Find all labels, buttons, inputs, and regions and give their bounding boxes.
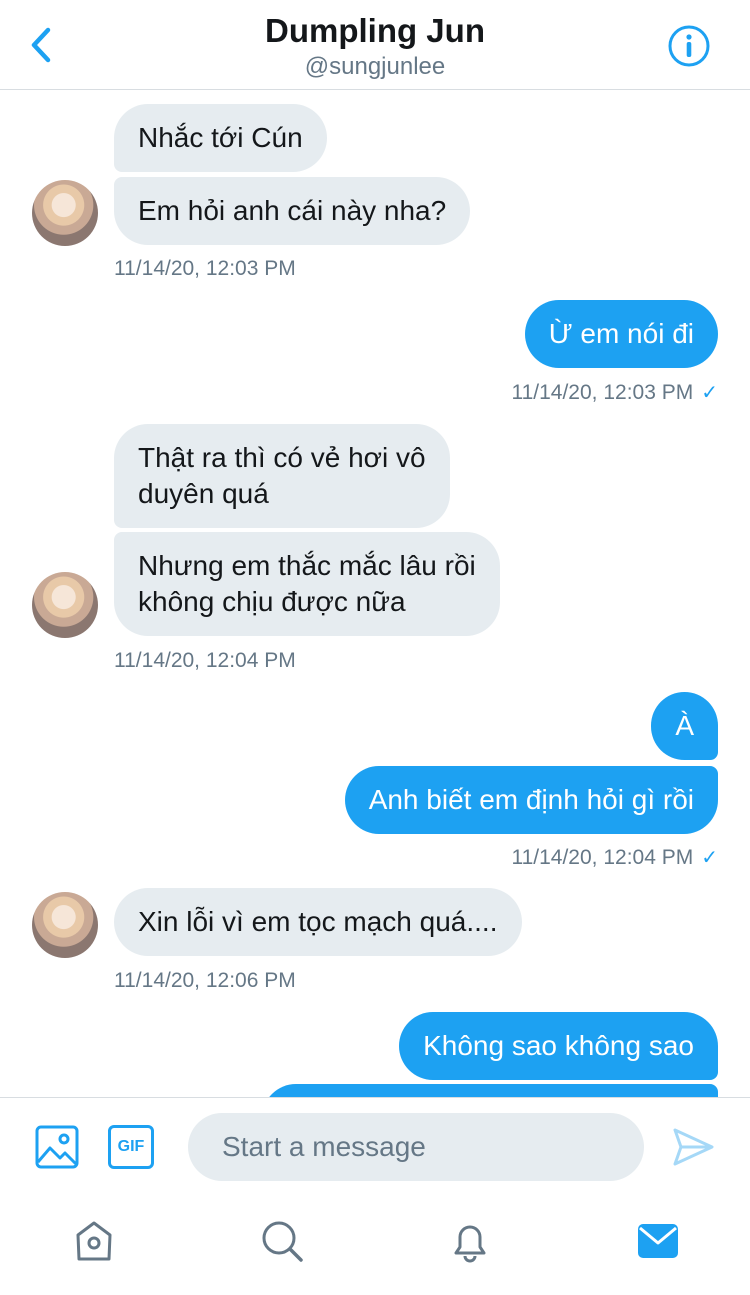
- message-bubble-incoming[interactable]: Em hỏi anh cái này nha?: [114, 177, 471, 245]
- conversation-header: Dumpling Jun @sungjunlee: [0, 0, 750, 90]
- avatar[interactable]: [32, 892, 98, 958]
- avatar[interactable]: [32, 572, 98, 638]
- avatar[interactable]: [32, 180, 98, 246]
- message-bubble-outgoing[interactable]: Anh biết em định hỏi gì rồi: [344, 766, 718, 834]
- search-icon[interactable]: [260, 1219, 304, 1263]
- message-bubble-outgoing[interactable]: À: [651, 692, 718, 760]
- gif-label: GIF: [117, 1138, 145, 1155]
- send-icon[interactable]: [670, 1124, 716, 1170]
- home-icon[interactable]: [72, 1219, 116, 1263]
- message-bubble-outgoing[interactable]: Không sao không sao: [399, 1012, 718, 1080]
- read-receipt-icon: ✓: [701, 847, 718, 869]
- message-timestamp: 11/14/20, 12:03 PM: [114, 257, 296, 280]
- message-input[interactable]: [188, 1113, 644, 1181]
- notifications-icon[interactable]: [448, 1219, 492, 1263]
- message-timestamp: 11/14/20, 12:04 PM: [114, 649, 296, 672]
- message-thread[interactable]: Nhắc tới Cún Em hỏi anh cái này nha? 11/…: [0, 91, 750, 1097]
- image-icon[interactable]: [34, 1124, 80, 1170]
- message-timestamp: 11/14/20, 12:04 PM ✓: [511, 846, 718, 869]
- message-bubble-incoming[interactable]: Xin lỗi vì em tọc mạch quá....: [114, 888, 522, 956]
- message-timestamp: 11/14/20, 12:03 PM ✓: [511, 381, 718, 404]
- conversation-title: Dumpling Jun: [265, 12, 485, 49]
- messages-icon[interactable]: [636, 1219, 680, 1263]
- gif-button[interactable]: GIF: [108, 1125, 154, 1169]
- message-bubble-outgoing[interactable]: Ừ em nói đi: [524, 300, 718, 368]
- conversation-handle: @sungjunlee: [304, 53, 446, 80]
- message-bubble-incoming[interactable]: Thật ra thì có vẻ hơi vô duyên quá: [114, 424, 450, 528]
- message-bubble-incoming[interactable]: Nhưng em thắc mắc lâu rồi không chịu được…: [114, 532, 500, 636]
- read-receipt-icon: ✓: [701, 382, 718, 404]
- message-bubble-outgoing[interactable]: [262, 1084, 718, 1097]
- message-bubble-incoming[interactable]: Nhắc tới Cún: [114, 104, 327, 172]
- bottom-tab-bar: [0, 1197, 750, 1295]
- info-icon[interactable]: [667, 24, 711, 68]
- message-timestamp: 11/14/20, 12:06 PM: [114, 969, 296, 992]
- message-composer: GIF: [0, 1097, 750, 1197]
